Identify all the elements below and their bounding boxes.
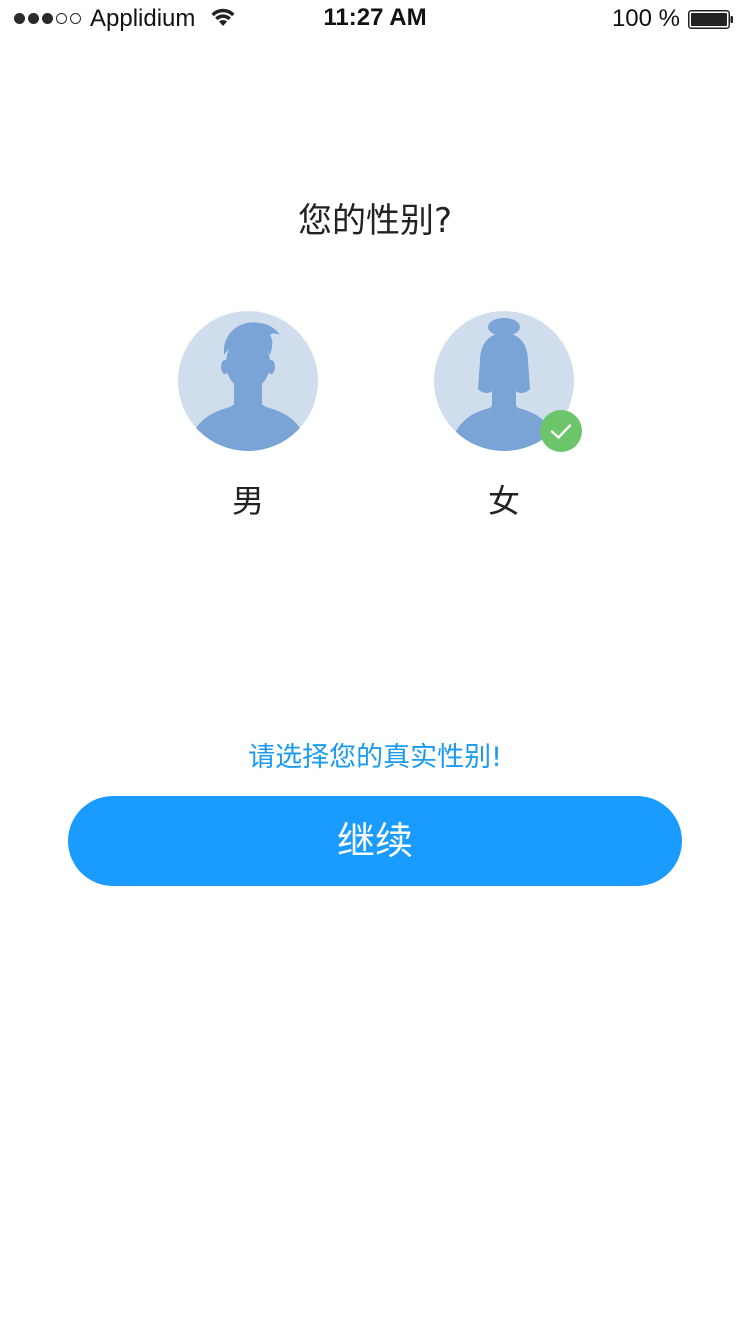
selected-check-icon: [540, 410, 582, 452]
battery-icon: [688, 10, 733, 29]
gender-option-female[interactable]: 女: [434, 311, 582, 531]
page-title: 您的性别?: [297, 201, 453, 241]
male-label: 男: [231, 482, 264, 520]
gender-option-male[interactable]: 男: [178, 311, 318, 531]
female-label: 女: [487, 482, 520, 520]
hint-text: 请选择您的真实性别!: [248, 742, 502, 773]
battery-percentage: 100 %: [611, 5, 680, 32]
male-avatar-icon[interactable]: [178, 311, 318, 451]
status-bar: Applidium 11:27 AM 100 %: [0, 0, 750, 40]
continue-button[interactable]: 继续: [68, 796, 682, 886]
